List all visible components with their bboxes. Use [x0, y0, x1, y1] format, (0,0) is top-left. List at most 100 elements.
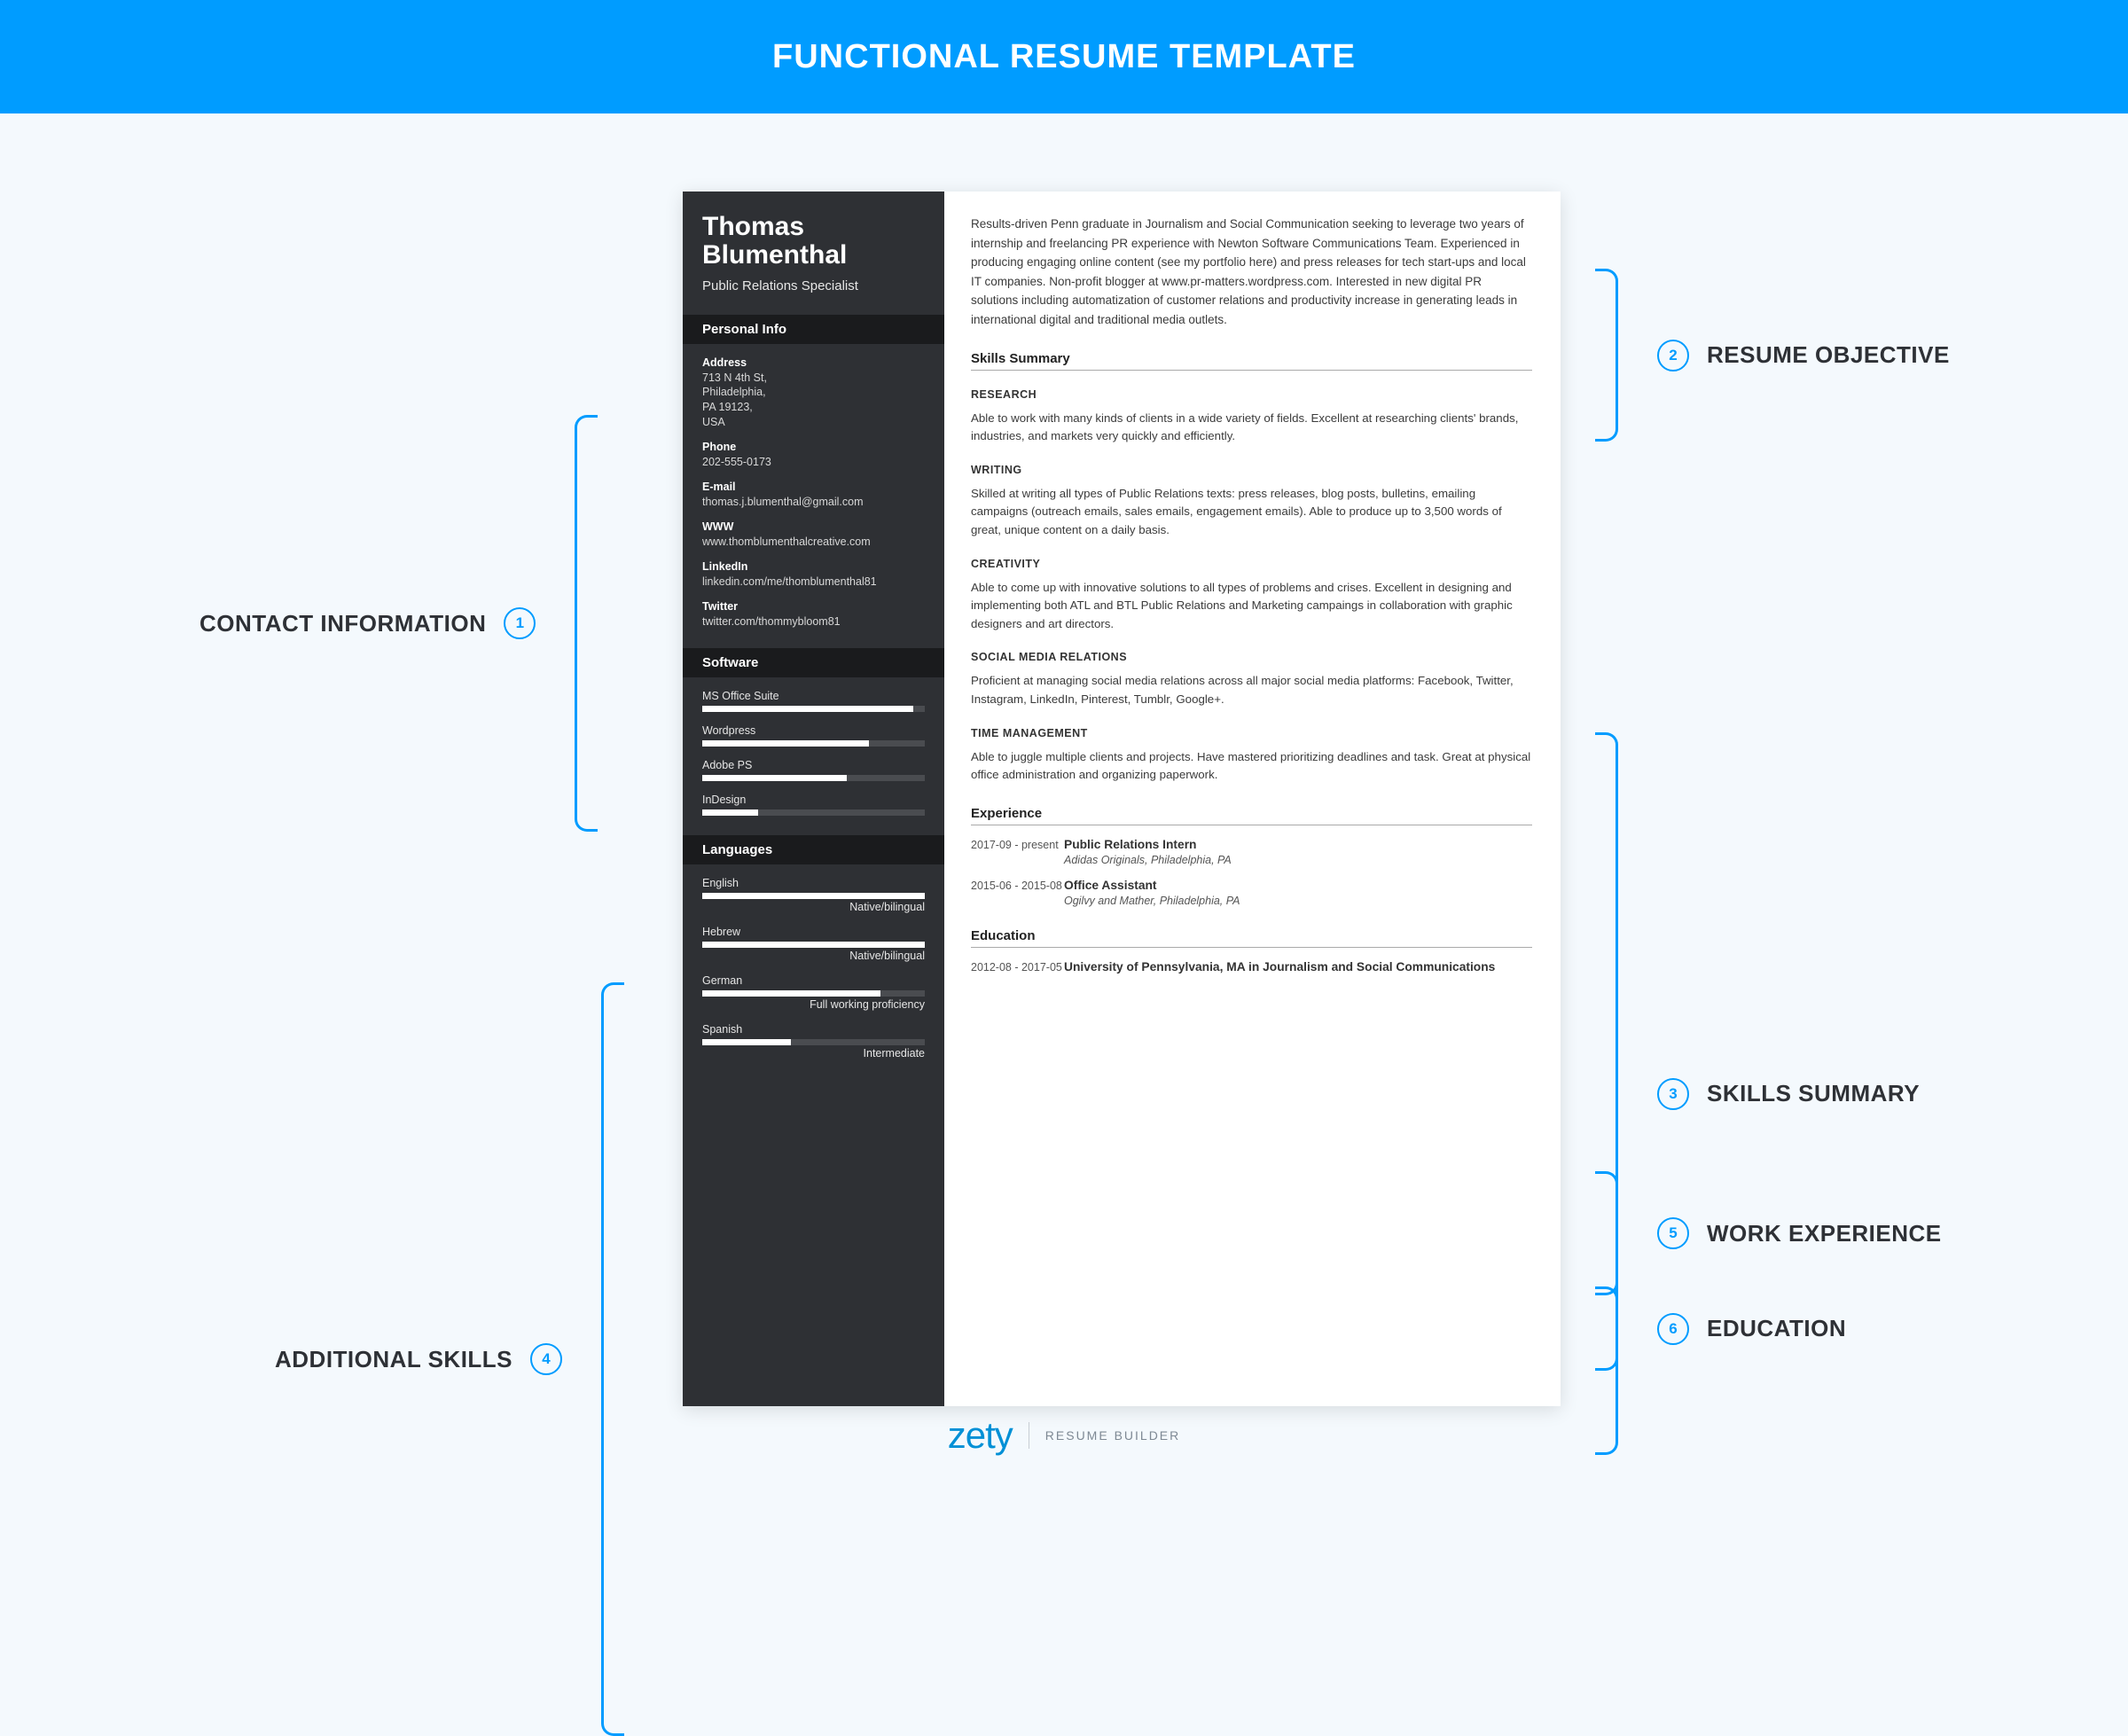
annotation-label: RESUME OBJECTIVE: [1707, 341, 1950, 369]
value-phone: 202-555-0173: [702, 455, 925, 470]
annotation-number: 2: [1657, 340, 1689, 371]
page-header: FUNCTIONAL RESUME TEMPLATE: [0, 0, 2128, 113]
skills-section: RESEARCH Able to work with many kinds of …: [971, 388, 1532, 785]
skill-bar: InDesign: [702, 794, 925, 816]
bar-track: [702, 809, 925, 816]
bar-track: [702, 1039, 925, 1045]
footer: zety RESUME BUILDER: [0, 1414, 2128, 1457]
skill-bar: English Native/bilingual: [702, 877, 925, 913]
skill-name: InDesign: [702, 794, 925, 806]
entry-dates: 2017-09 - present: [971, 838, 1064, 866]
entry-body: Office Assistant Ogilvy and Mather, Phila…: [1064, 879, 1532, 907]
skill-name: Adobe PS: [702, 759, 925, 771]
value-www: www.thomblumenthalcreative.com: [702, 535, 925, 550]
skill-bar: MS Office Suite: [702, 690, 925, 712]
skill-level: Native/bilingual: [702, 950, 925, 962]
list-item: 2017-09 - presentPublic Relations Intern…: [971, 838, 1532, 866]
entry-dates: 2012-08 - 2017-05: [971, 960, 1064, 976]
label-www: WWW: [702, 520, 925, 533]
section-heading-education: Education: [971, 928, 1532, 948]
skill-name: Wordpress: [702, 724, 925, 737]
annotation-work-experience: 5 WORK EXPERIENCE: [1574, 1171, 1942, 1295]
skill-level: Native/bilingual: [702, 901, 925, 913]
skill-name: German: [702, 974, 925, 987]
skill-heading: RESEARCH: [971, 388, 1532, 401]
label-address: Address: [702, 356, 925, 369]
bar-track: [702, 942, 925, 948]
annotation-label: SKILLS SUMMARY: [1707, 1080, 1920, 1107]
annotation-education: 6 EDUCATION: [1574, 1286, 1846, 1371]
resume-sidebar: Thomas Blumenthal Public Relations Speci…: [683, 192, 944, 1406]
annotation-objective: 2 RESUME OBJECTIVE: [1574, 269, 1950, 442]
skill-name: Spanish: [702, 1023, 925, 1036]
resume-document: Thomas Blumenthal Public Relations Speci…: [683, 192, 1561, 1406]
skill-text: Able to juggle multiple clients and proj…: [971, 748, 1532, 785]
sidebar-heading-personal: Personal Info: [683, 315, 944, 344]
skill-name: Hebrew: [702, 926, 925, 938]
skill-bar: Adobe PS: [702, 759, 925, 781]
bracket-icon: [1595, 269, 1618, 442]
label-linkedin: LinkedIn: [702, 560, 925, 573]
label-twitter: Twitter: [702, 600, 925, 613]
footer-tagline: RESUME BUILDER: [1045, 1428, 1180, 1443]
education-section: 2012-08 - 2017-05University of Pennsylva…: [971, 960, 1532, 976]
entry-body: University of Pennsylvania, MA in Journa…: [1064, 960, 1532, 976]
section-heading-skills: Skills Summary: [971, 351, 1532, 371]
skill-text: Proficient at managing social media rela…: [971, 672, 1532, 708]
sidebar-heading-languages: Languages: [683, 835, 944, 864]
skill-level: Intermediate: [702, 1047, 925, 1060]
bar-fill: [702, 893, 925, 899]
annotation-additional-skills: ADDITIONAL SKILLS 4: [275, 982, 645, 1736]
entry-subtitle: Ogilvy and Mather, Philadelphia, PA: [1064, 895, 1532, 907]
label-email: E-mail: [702, 481, 925, 493]
bar-fill: [702, 775, 847, 781]
list-item: 2012-08 - 2017-05University of Pennsylva…: [971, 960, 1532, 976]
bracket-icon: [1595, 1286, 1618, 1371]
bar-fill: [702, 740, 869, 747]
skill-name: MS Office Suite: [702, 690, 925, 702]
value-twitter: twitter.com/thommybloom81: [702, 614, 925, 629]
annotation-number: 5: [1657, 1217, 1689, 1249]
resume-objective: Results-driven Penn graduate in Journali…: [971, 215, 1532, 330]
bar-fill: [702, 809, 758, 816]
entry-title: Office Assistant: [1064, 879, 1532, 892]
skill-heading: TIME MANAGEMENT: [971, 727, 1532, 739]
sidebar-heading-software: Software: [683, 648, 944, 677]
skill-heading: CREATIVITY: [971, 558, 1532, 570]
bracket-icon: [1595, 1171, 1618, 1295]
annotation-label: EDUCATION: [1707, 1315, 1846, 1342]
skill-bar: Spanish Intermediate: [702, 1023, 925, 1060]
value-address: 713 N 4th St, Philadelphia, PA 19123, US…: [702, 371, 925, 431]
footer-brand: zety: [948, 1414, 1013, 1457]
annotation-contact: CONTACT INFORMATION 1: [200, 415, 619, 832]
label-phone: Phone: [702, 441, 925, 453]
value-linkedin: linkedin.com/me/thomblumenthal81: [702, 575, 925, 590]
annotation-number: 6: [1657, 1313, 1689, 1345]
annotation-label: CONTACT INFORMATION: [200, 610, 486, 637]
experience-section: 2017-09 - presentPublic Relations Intern…: [971, 838, 1532, 907]
skill-bar: GermanFull working proficiency: [702, 974, 925, 1011]
list-item: 2015-06 - 2015-08Office AssistantOgilvy …: [971, 879, 1532, 907]
skill-name: English: [702, 877, 925, 889]
bracket-icon: [575, 415, 598, 832]
annotation-label: ADDITIONAL SKILLS: [275, 1346, 512, 1373]
resume-main: Results-driven Penn graduate in Journali…: [944, 192, 1561, 1406]
page-title: FUNCTIONAL RESUME TEMPLATE: [772, 38, 1356, 76]
bar-track: [702, 706, 925, 712]
skill-bar: Wordpress: [702, 724, 925, 747]
bar-track: [702, 740, 925, 747]
skill-text: Able to come up with innovative solution…: [971, 579, 1532, 634]
annotation-number: 4: [530, 1343, 562, 1375]
skill-text: Skilled at writing all types of Public R…: [971, 485, 1532, 540]
bracket-icon: [601, 982, 624, 1736]
info-block: Address 713 N 4th St, Philadelphia, PA 1…: [702, 356, 925, 629]
entry-body: Public Relations InternAdidas Originals,…: [1064, 838, 1532, 866]
entry-title: University of Pennsylvania, MA in Journa…: [1064, 960, 1532, 974]
bar-track: [702, 893, 925, 899]
bar-fill: [702, 1039, 791, 1045]
bar-track: [702, 990, 925, 997]
name-first: Thomas: [702, 213, 925, 241]
skill-text: Able to work with many kinds of clients …: [971, 410, 1532, 446]
name-last: Blumenthal: [702, 241, 925, 270]
bar-track: [702, 775, 925, 781]
